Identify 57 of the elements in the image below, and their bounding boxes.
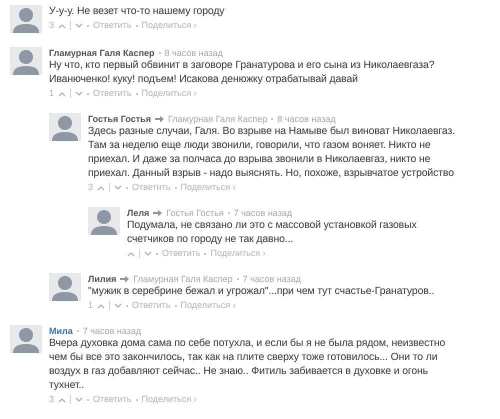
downvote-icon[interactable] <box>114 302 122 308</box>
upvote-icon[interactable] <box>58 90 66 96</box>
downvote-icon[interactable] <box>75 22 84 28</box>
avatar-icon <box>49 113 81 141</box>
action-link[interactable]: Поделиться › <box>142 20 197 31</box>
vote-count: 1 <box>49 88 54 99</box>
avatar-icon <box>49 273 81 301</box>
comment-text: "мужик в серебрине бежал и угрожал"...при чем тут счастье-Гранатуров.. <box>88 285 436 299</box>
action-link[interactable]: Ответить <box>93 394 132 405</box>
comment-time[interactable]: 7 часов назад <box>242 273 302 285</box>
reply-to-link[interactable]: Гламурная Галя Каспер <box>168 113 268 125</box>
action-link[interactable]: Ответить <box>132 182 170 193</box>
action-link[interactable]: Поделиться › <box>142 88 197 99</box>
vote-count: 3 <box>88 182 94 193</box>
author-name[interactable]: Лилия <box>88 273 116 285</box>
comment-text: Ну что, кто первый обвинит в заговоре Гранатурова и его сына из Николаевгаза? Иванюченко! куку! подъем! Исакова денюжку отрабатывай давай <box>49 59 436 87</box>
avatar-icon <box>88 207 120 235</box>
comment-time[interactable]: 8 часов назад <box>164 47 223 59</box>
downvote-icon[interactable] <box>114 184 122 190</box>
action-link[interactable]: Поделиться › <box>210 248 266 259</box>
downvote-icon[interactable] <box>144 250 152 256</box>
author-name[interactable]: Гламурная Галя Каспер <box>49 47 155 59</box>
upvote-icon[interactable] <box>97 184 106 190</box>
action-link[interactable]: Поделиться › <box>180 300 236 311</box>
vote-count: 3 <box>49 394 54 405</box>
reply-to-link[interactable]: Гостья Гостья <box>166 207 224 219</box>
vote-count: 3 <box>49 20 54 31</box>
comment-text: Подумала, не связано ли это с массовой установкой газовых счетчиков по городу не так давно... <box>127 219 418 247</box>
action-link[interactable]: Поделиться › <box>142 394 197 405</box>
author-name[interactable]: Леля <box>127 207 150 219</box>
avatar-icon <box>10 47 42 75</box>
comment-time[interactable]: 7 часов назад <box>82 325 142 337</box>
comment-time[interactable]: 7 часов назад <box>234 207 292 219</box>
action-link[interactable]: Поделиться › <box>180 182 236 193</box>
upvote-icon[interactable] <box>127 250 135 256</box>
author-name[interactable]: Мила <box>49 325 73 337</box>
action-link[interactable]: Ответить <box>93 20 132 31</box>
avatar-icon <box>10 325 42 353</box>
reply-to-link[interactable]: Гламурная Галя Каспер <box>133 273 233 285</box>
upvote-icon[interactable] <box>58 396 66 402</box>
action-link[interactable]: Ответить <box>132 300 170 311</box>
action-link[interactable]: Ответить <box>162 248 200 259</box>
reply-arrow-icon <box>153 210 162 216</box>
reply-arrow-icon <box>120 276 130 282</box>
upvote-icon[interactable] <box>58 22 66 28</box>
comment-text: Здесь разные случаи, Галя. Во взрыве на Намыве был виноват Николаевгаз. Там за неделю еще люди звонили, говорили, что газом воняет. Никто не приехал. И даже за полчаса до взрыва звонили в Николаевгаз, никто не приехал. Данный взрыв - надо выяснять. Но, похоже, взрывчатое устройство <box>88 125 456 181</box>
upvote-icon[interactable] <box>97 302 106 308</box>
reply-arrow-icon <box>154 116 164 122</box>
action-link[interactable]: Ответить <box>93 88 132 99</box>
downvote-icon[interactable] <box>75 396 84 402</box>
comment-text: У-у-у. Не везет что-то нашему городу <box>49 5 226 19</box>
comment-time[interactable]: 8 часов назад <box>277 113 336 125</box>
author-name[interactable]: Гостья Гостья <box>88 113 151 125</box>
avatar-icon <box>10 5 42 33</box>
comment-text: Вчера духовка дома сама по себе потухла, и если бы я не была рядом, неизвестно чем бы все это закончилось, так как на плите сверху тоже готовилось... Они то ли воздух в газ добавляют сейчас.. Не знаю.. Фитиль забивается в духовке и огонь тухнет.. <box>49 337 446 393</box>
downvote-icon[interactable] <box>75 90 84 96</box>
vote-count: 1 <box>88 300 94 311</box>
